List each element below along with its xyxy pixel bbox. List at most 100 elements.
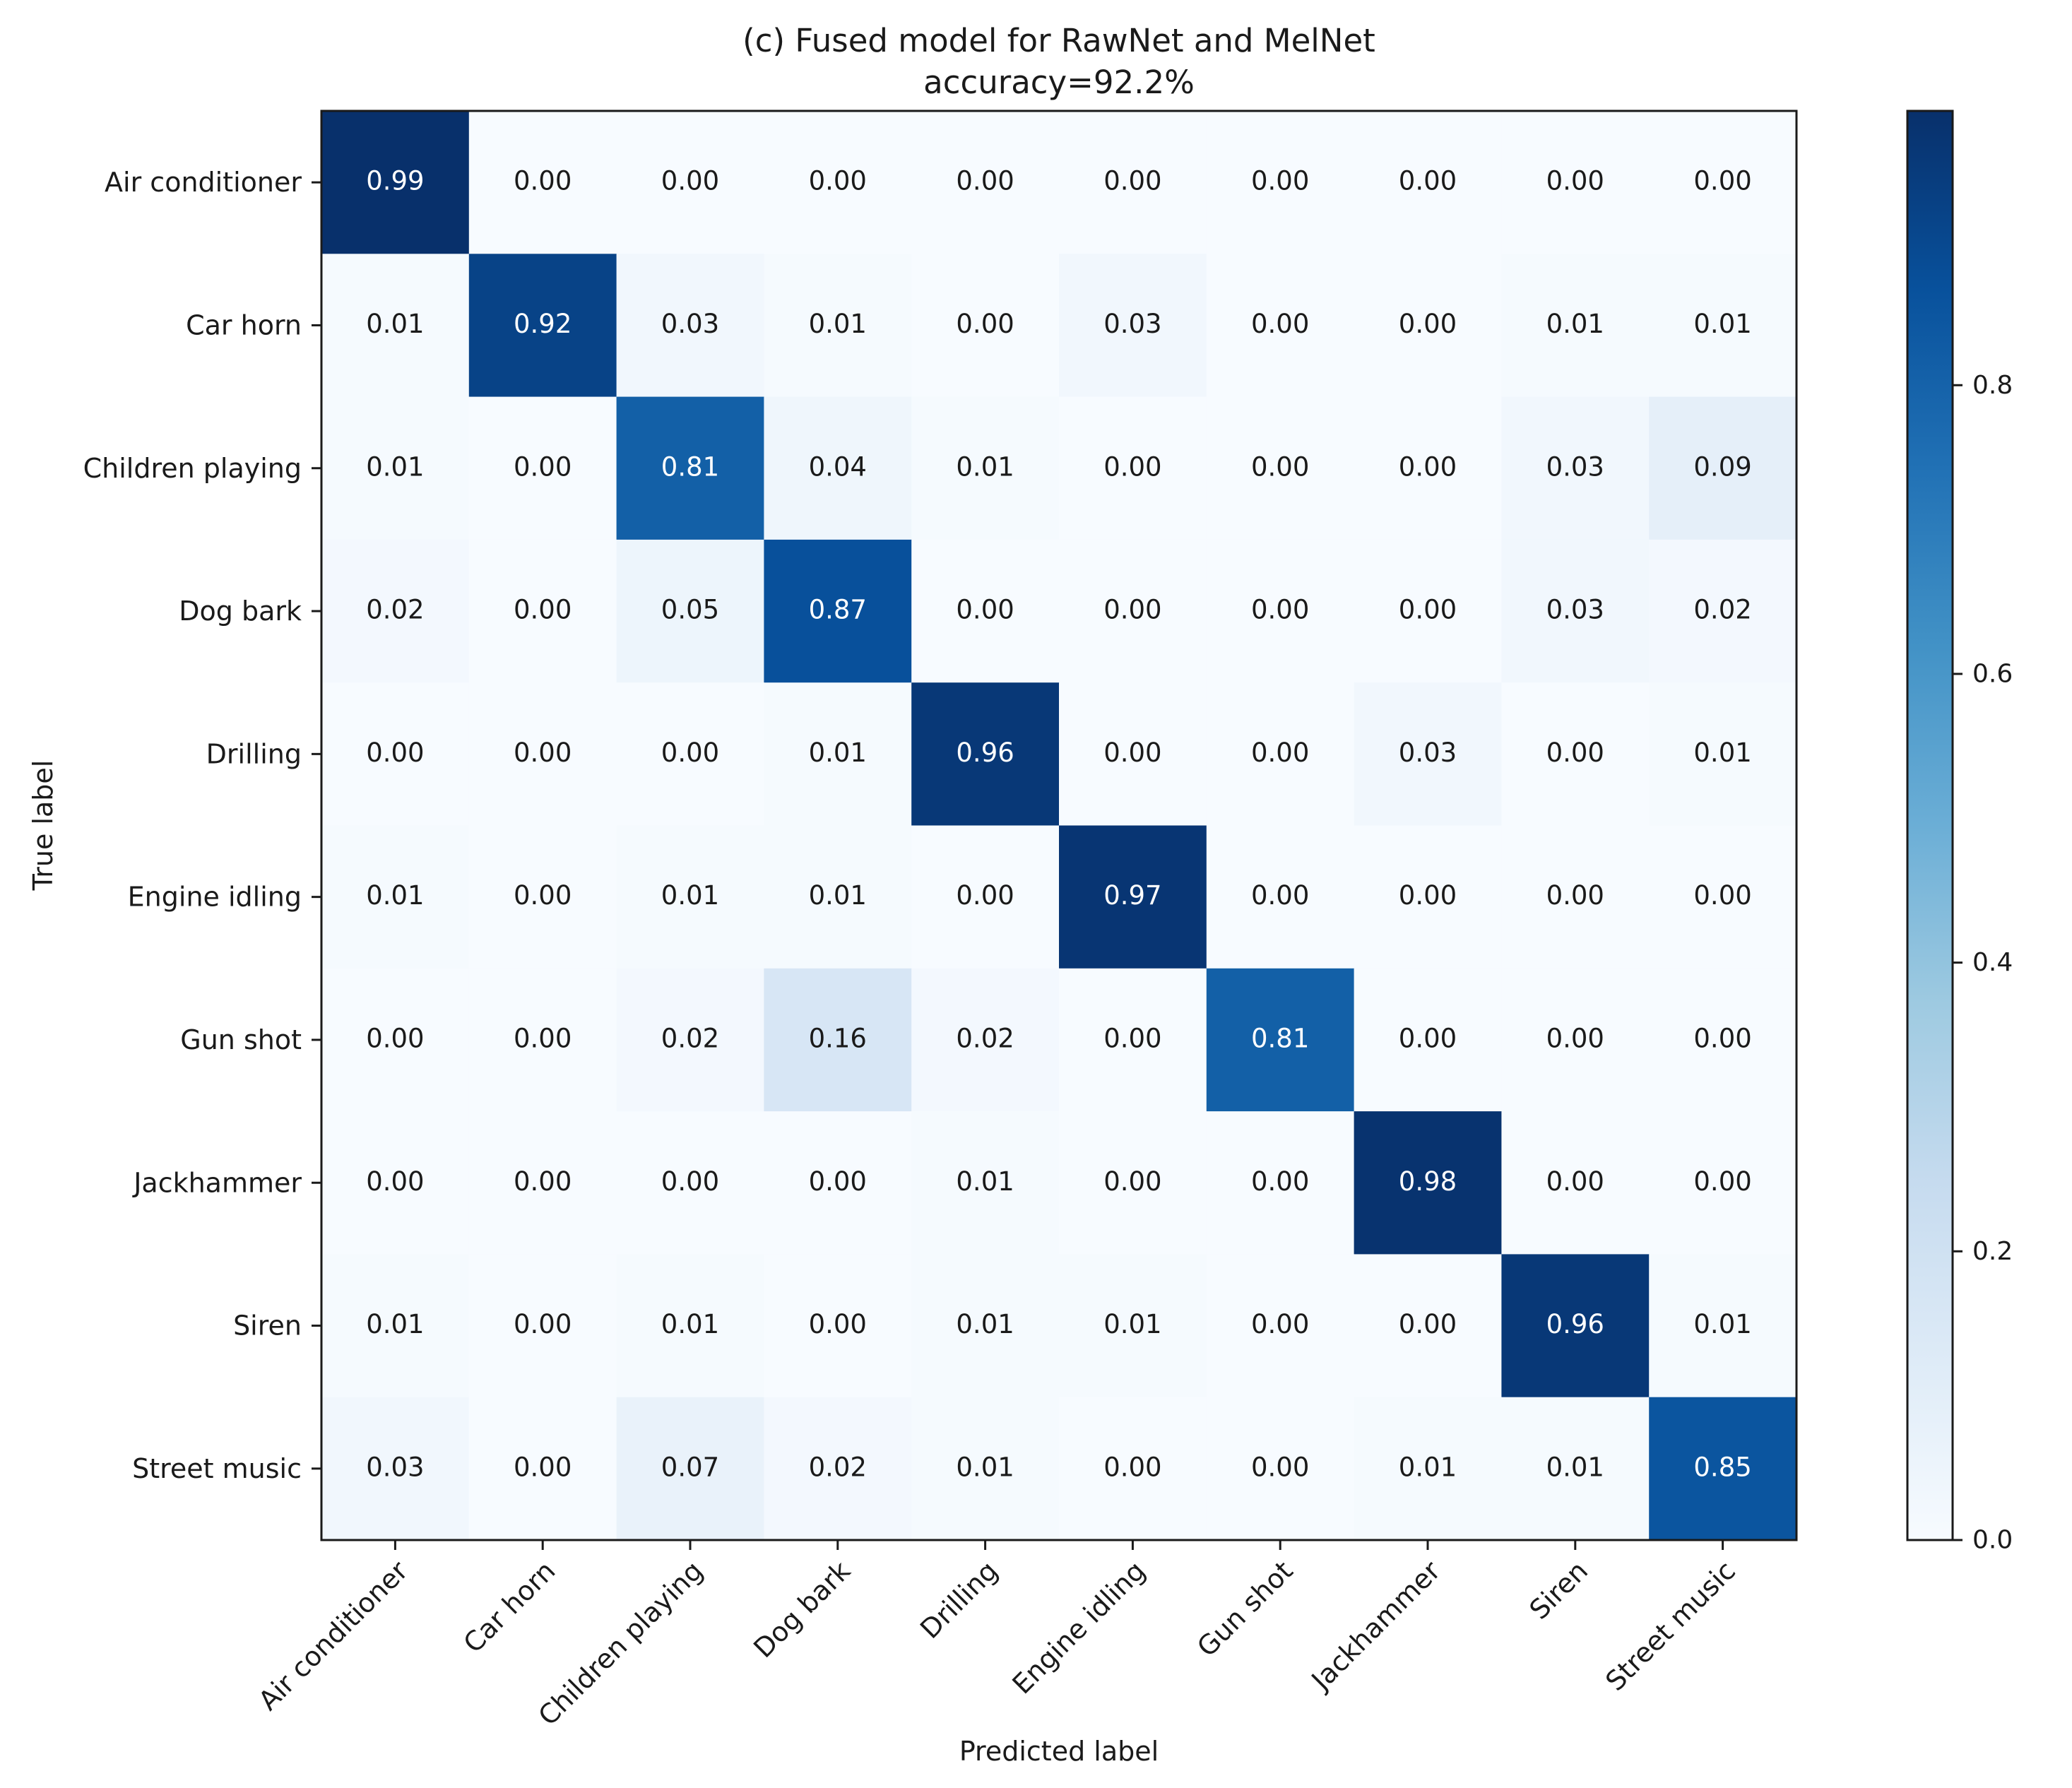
- cell-value-label: 0.02: [366, 595, 424, 625]
- cell-value-label: 0.03: [1546, 451, 1604, 482]
- cell-value-label: 0.00: [514, 595, 572, 625]
- cell-value-label: 0.00: [1693, 1166, 1751, 1197]
- cell-value-label: 0.01: [809, 880, 867, 911]
- cell-value-label: 0.00: [1251, 1309, 1309, 1339]
- y-tick-label: Drilling: [206, 738, 302, 769]
- cell-value-label: 0.16: [809, 1023, 867, 1053]
- cell-value-label: 0.87: [809, 595, 867, 625]
- cell-value-label: 0.02: [956, 1023, 1014, 1053]
- cell-value-label: 0.00: [366, 738, 424, 768]
- x-tick-label: Jackhammer: [1305, 1555, 1447, 1697]
- cell-value-label: 0.00: [809, 1166, 867, 1197]
- x-tick-label: Engine idling: [1006, 1555, 1151, 1700]
- cell-value-label: 0.98: [1399, 1166, 1457, 1197]
- cell-value-label: 0.03: [1103, 309, 1161, 339]
- cell-value-label: 0.00: [1103, 166, 1161, 196]
- cell-value-label: 0.00: [1546, 738, 1604, 768]
- confusion-matrix-chart: (c) Fused model for RawNet and MelNet ac…: [28, 22, 2013, 1767]
- cell-value-label: 0.00: [1399, 595, 1457, 625]
- colorbar-ticks: 0.0 0.2 0.4 0.6 0.8: [1953, 371, 2013, 1555]
- cell-value-label: 0.01: [956, 1309, 1014, 1339]
- y-tick-label: Street music: [132, 1453, 302, 1484]
- cell-value-label: 0.92: [514, 309, 572, 339]
- cell-value-label: 0.97: [1103, 880, 1161, 911]
- cell-value-label: 0.04: [809, 451, 867, 482]
- y-tick-label: Jackhammer: [132, 1167, 302, 1198]
- cell-value-label: 0.01: [1103, 1309, 1161, 1339]
- y-tick-label: Siren: [233, 1310, 302, 1342]
- cell-value-label: 0.00: [956, 880, 1014, 911]
- cell-value-label: 0.81: [1251, 1023, 1309, 1053]
- cell-value-label: 0.00: [956, 309, 1014, 339]
- cell-value-label: 0.00: [1251, 595, 1309, 625]
- cell-value-label: 0.01: [956, 1166, 1014, 1197]
- chart-subtitle: accuracy=92.2%: [923, 64, 1195, 101]
- cell-value-label: 0.00: [809, 1309, 867, 1339]
- cell-value-label: 0.00: [1546, 166, 1604, 196]
- cell-value-label: 0.01: [1399, 1452, 1457, 1482]
- cell-value-label: 0.05: [661, 595, 719, 625]
- cell-value-label: 0.00: [1399, 309, 1457, 339]
- cell-value-label: 0.00: [514, 1309, 572, 1339]
- y-tick-label: Gun shot: [180, 1024, 302, 1055]
- x-tick-label: Air conditioner: [252, 1555, 414, 1717]
- cell-value-label: 0.00: [956, 595, 1014, 625]
- cell-value-label: 0.01: [661, 880, 719, 911]
- cell-value-label: 0.03: [1546, 595, 1604, 625]
- x-axis-label: Predicted label: [959, 1736, 1159, 1767]
- cell-value-label: 0.00: [514, 1166, 572, 1197]
- cell-value-label: 0.01: [809, 309, 867, 339]
- cell-value-label: 0.03: [661, 309, 719, 339]
- x-tick-label: Siren: [1524, 1555, 1594, 1626]
- y-tick-label: Children playing: [83, 453, 302, 484]
- cell-value-label: 0.00: [514, 1023, 572, 1053]
- colorbar-tick-label: 0.0: [1972, 1526, 2013, 1555]
- colorbar: 0.0 0.2 0.4 0.6 0.8: [1906, 109, 2013, 1555]
- cell-value-label: 0.01: [809, 738, 867, 768]
- cell-value-label: 0.01: [1546, 309, 1604, 339]
- cell-value-label: 0.00: [661, 738, 719, 768]
- cell-value-label: 0.00: [514, 451, 572, 482]
- cell-value-label: 0.00: [1399, 1023, 1457, 1053]
- x-tick-label: Street music: [1599, 1555, 1741, 1697]
- cell-value-label: 0.00: [1103, 1023, 1161, 1053]
- x-tick-label: Dog bark: [747, 1555, 856, 1664]
- cell-value-label: 0.01: [1693, 309, 1751, 339]
- colorbar-tick-label: 0.2: [1972, 1237, 2013, 1266]
- cell-value-label: 0.00: [1103, 1166, 1161, 1197]
- cell-value-label: 0.07: [661, 1452, 719, 1482]
- cell-value-label: 0.01: [1693, 1309, 1751, 1339]
- x-tick-label: Gun shot: [1191, 1555, 1299, 1663]
- cell-value-label: 0.00: [1546, 880, 1604, 911]
- cell-value-label: 0.01: [956, 451, 1014, 482]
- cell-value-label: 0.01: [661, 1309, 719, 1339]
- y-tick-label: Engine idling: [128, 882, 302, 913]
- cell-value-label: 0.99: [366, 166, 424, 196]
- cell-value-label: 0.00: [1251, 1166, 1309, 1197]
- cell-value-label: 0.81: [661, 451, 719, 482]
- colorbar-tick-label: 0.8: [1972, 371, 2013, 400]
- cell-value-label: 0.03: [1399, 738, 1457, 768]
- x-tick-label: Drilling: [914, 1555, 1004, 1645]
- colorbar-tick-label: 0.6: [1972, 659, 2013, 688]
- cell-value-label: 0.00: [1399, 880, 1457, 911]
- cell-value-label: 0.01: [956, 1452, 1014, 1482]
- cell-value-label: 0.00: [1693, 880, 1751, 911]
- cell-value-label: 0.00: [661, 1166, 719, 1197]
- cell-value-label: 0.00: [1546, 1166, 1604, 1197]
- cell-value-label: 0.00: [514, 880, 572, 911]
- cell-value-label: 0.01: [1693, 738, 1751, 768]
- colorbar-tick-label: 0.4: [1972, 948, 2013, 977]
- cell-value-label: 0.00: [514, 1452, 572, 1482]
- cell-value-label: 0.85: [1693, 1452, 1751, 1482]
- cell-value-label: 0.96: [956, 738, 1014, 768]
- cell-value-label: 0.00: [1103, 451, 1161, 482]
- cell-value-label: 0.00: [1103, 595, 1161, 625]
- cell-value-label: 0.00: [1251, 1452, 1309, 1482]
- cell-value-label: 0.00: [1251, 451, 1309, 482]
- cell-value-label: 0.00: [1693, 166, 1751, 196]
- colorbar-gradient: [1907, 111, 1953, 1540]
- cell-value-label: 0.01: [366, 309, 424, 339]
- cell-value-label: 0.02: [1693, 595, 1751, 625]
- cell-value-label: 0.00: [661, 166, 719, 196]
